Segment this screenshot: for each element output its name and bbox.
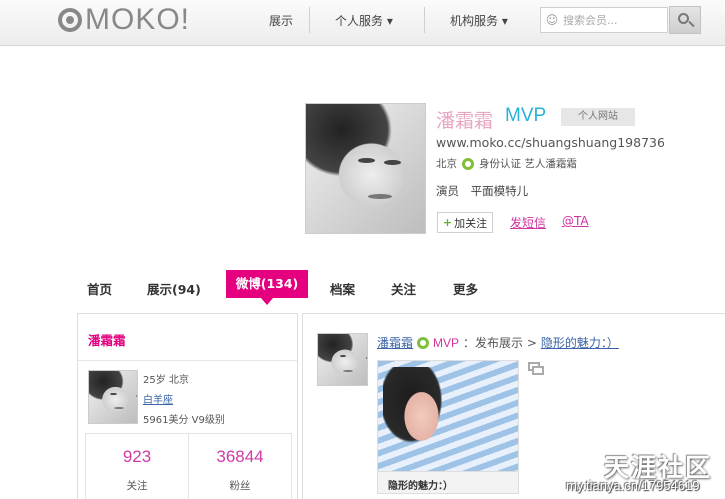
logo-mark-icon — [58, 8, 82, 32]
moko-logo[interactable]: MOKO! — [58, 3, 191, 36]
send-message-link[interactable]: 发短信 — [510, 214, 546, 231]
user-constellation[interactable]: 白羊座 — [143, 391, 173, 406]
post-action: ：发布展示 > — [463, 336, 537, 350]
nav-divider — [424, 7, 425, 33]
user-card-avatar[interactable] — [88, 370, 138, 424]
verify-text: 身份认证 艺人潘霜霜 — [479, 158, 577, 170]
post-author-avatar[interactable] — [317, 333, 368, 386]
photo-caption: 隐形的魅力：） — [377, 472, 519, 494]
logo-text: MOKO! — [85, 3, 191, 36]
mention-link[interactable]: @TA — [562, 214, 589, 228]
post-title-link[interactable]: 隐形的魅力：） — [541, 334, 619, 351]
post-author-link[interactable]: 潘霜霜 — [377, 334, 413, 351]
follow-stats: 923 关注 36844 粉丝 — [85, 433, 292, 499]
user-card-name[interactable]: 潘霜霜 — [88, 330, 126, 349]
post-mvp-badge: MVP — [433, 335, 460, 350]
tab-weibo[interactable]: 微博(134) — [226, 270, 308, 305]
watermark-url: my.tianya.cn/17954619 — [566, 478, 700, 493]
post-header: 潘霜霜 MVP ：发布展示 > 隐形的魅力：） — [377, 334, 619, 351]
nav-divider — [309, 7, 310, 33]
follow-button[interactable]: + 加关注 — [437, 212, 493, 233]
user-age-city: 25岁 北京 — [143, 375, 189, 386]
tab-home[interactable]: 首页 — [87, 279, 112, 298]
profile-name: 潘霜霜 — [436, 110, 494, 132]
tab-following[interactable]: 关注 — [391, 279, 416, 298]
nav-item-showcase[interactable]: 展示 — [269, 12, 293, 29]
nav-item-agency-services[interactable]: 机构服务 ▾ — [450, 12, 508, 29]
search-button[interactable] — [669, 6, 701, 34]
page: MOKO! 展示 个人服务 ▾ 机构服务 ▾ ☺ 潘霜霜 MVP 个人网站 ww… — [0, 0, 725, 499]
profile-city: 北京 — [436, 158, 457, 170]
nav-item-personal-services[interactable]: 个人服务 ▾ — [335, 12, 393, 29]
user-card: 潘霜霜 25岁 北京 白羊座 5961美分 V9级别 923 关注 36844 … — [77, 313, 298, 499]
verified-icon — [417, 336, 430, 349]
search-box[interactable]: ☺ — [540, 7, 668, 33]
divider — [78, 360, 297, 361]
stat-following[interactable]: 923 关注 — [86, 434, 188, 499]
mvp-badge: MVP — [505, 105, 547, 126]
verified-icon — [462, 157, 474, 170]
profile-location-row: 北京 身份认证 艺人潘霜霜 — [436, 156, 577, 171]
profile-occupation: 演员 平面模特儿 — [436, 184, 529, 198]
user-points-level: 5961美分 V9级别 — [143, 415, 225, 426]
personal-site-button[interactable]: 个人网站 — [561, 108, 635, 126]
tab-profile[interactable]: 档案 — [330, 279, 355, 298]
plus-icon: + — [442, 216, 453, 229]
search-input[interactable] — [563, 13, 663, 27]
profile-avatar[interactable] — [305, 103, 426, 234]
top-nav: MOKO! 展示 个人服务 ▾ 机构服务 ▾ ☺ — [0, 0, 725, 46]
tab-showcase[interactable]: 展示(94) — [147, 279, 201, 298]
tab-more[interactable]: 更多 — [453, 279, 478, 298]
gallery-icon[interactable] — [528, 362, 544, 375]
search-icon — [678, 13, 689, 24]
stat-followers[interactable]: 36844 粉丝 — [188, 434, 291, 499]
user-search-icon: ☺ — [545, 13, 559, 27]
profile-url: www.moko.cc/shuangshuang198736 — [436, 135, 665, 150]
post-photo[interactable] — [377, 360, 519, 472]
